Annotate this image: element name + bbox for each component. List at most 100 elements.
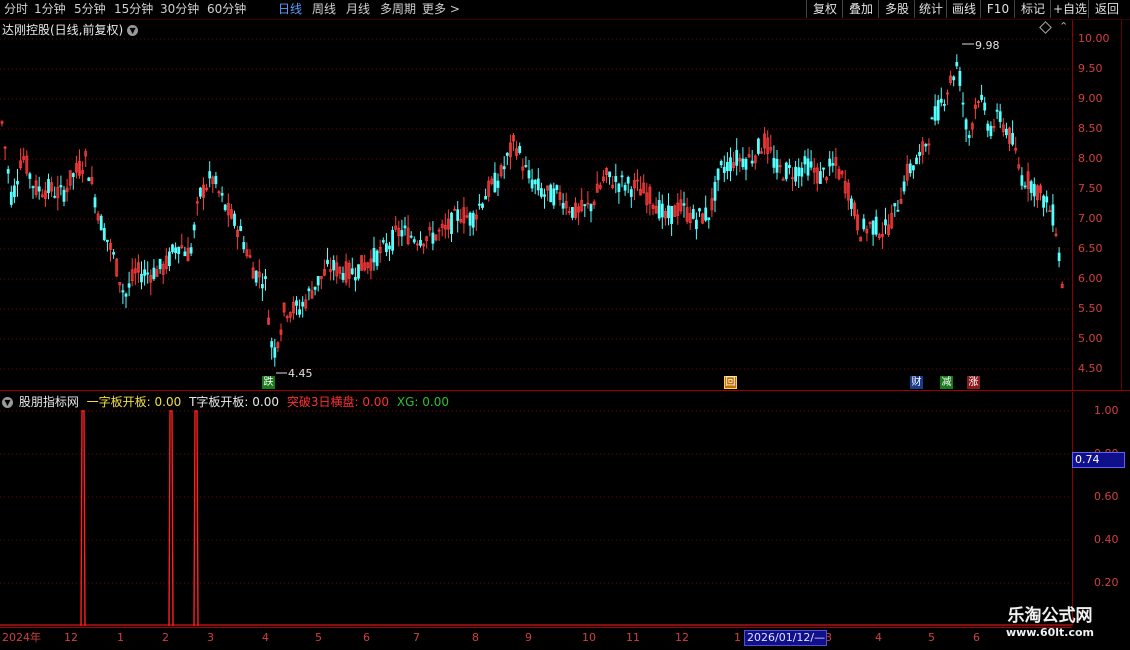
marker-reduce[interactable]: 减 — [940, 376, 953, 389]
candle-body — [158, 258, 162, 270]
indicator-legend[interactable]: ▼ 股朋指标网 一字板开板: 0.00 T字板开板: 0.00 突破3日横盘: … — [2, 393, 453, 410]
candle-body — [152, 267, 156, 280]
marker-rise[interactable]: 涨 — [967, 376, 980, 389]
candle-body — [1057, 252, 1061, 262]
candle-body — [629, 189, 633, 197]
candle-body — [502, 166, 506, 170]
candle-body — [924, 143, 928, 147]
candle-body — [788, 164, 791, 168]
candle-body — [403, 225, 407, 229]
indicator-value-yizi: 一字板开板: 0.00 — [86, 395, 182, 409]
candle-body — [16, 180, 19, 185]
marker-finance[interactable]: 财 — [910, 376, 923, 389]
candle-body — [533, 179, 537, 185]
candle-body — [372, 247, 376, 263]
candle-body — [806, 158, 810, 176]
candle-body — [177, 246, 181, 255]
indicator-tick: 0.60 — [1094, 490, 1119, 503]
candle-body — [400, 230, 404, 237]
candle-body — [617, 183, 621, 193]
candle-body — [270, 341, 274, 348]
candle-body — [1029, 181, 1033, 193]
time-label: 6 — [973, 631, 980, 644]
candle-body — [819, 171, 822, 184]
price-tick: 6.00 — [1078, 272, 1103, 285]
time-label: 2024年 — [2, 631, 41, 644]
side-panel-edge[interactable] — [1121, 20, 1130, 390]
candle-body — [961, 102, 965, 105]
candle-body — [146, 272, 150, 275]
marker-return[interactable]: 回 — [724, 376, 737, 389]
site-watermark: 乐淘公式网 www.60lt.com — [990, 606, 1110, 640]
candle-body — [505, 152, 509, 156]
candle-body — [719, 161, 723, 166]
marker-fall[interactable]: 跌 — [262, 376, 275, 389]
candle-body — [828, 158, 832, 167]
price-tick: 7.50 — [1078, 182, 1103, 195]
candle-body — [174, 247, 178, 254]
time-label: 3 — [207, 631, 214, 644]
candle-body — [704, 207, 708, 221]
kline-chart[interactable]: 9.98 4.45 — [0, 0, 1130, 650]
candle-body — [980, 94, 983, 100]
candle-body — [729, 157, 732, 172]
indicator-tick: 0.20 — [1094, 576, 1119, 589]
time-label: 12 — [64, 631, 78, 644]
candle-body — [468, 212, 472, 226]
candle-body — [493, 172, 497, 193]
candle-body — [242, 242, 246, 250]
candle-body — [583, 204, 587, 207]
candle-body — [102, 228, 106, 241]
candle-body — [223, 204, 227, 211]
pane-divider — [0, 390, 1130, 391]
price-tick: 10.00 — [1078, 32, 1110, 45]
cursor-date-box: 2026/01/12/— — [744, 630, 827, 646]
candle-body — [775, 158, 779, 173]
candle-body — [623, 184, 627, 191]
candle-body — [381, 240, 385, 243]
candle-body — [388, 245, 391, 250]
candle-body — [552, 188, 556, 206]
candle-body — [967, 135, 971, 138]
time-axis-line — [0, 627, 1072, 628]
candle-body — [1051, 204, 1055, 226]
candle-body — [670, 205, 673, 224]
candle-body — [332, 259, 336, 271]
time-label: 6 — [363, 631, 370, 644]
candle-body — [893, 203, 897, 207]
candle-body — [831, 163, 835, 166]
candle-body — [543, 194, 546, 197]
candle-body — [93, 197, 97, 208]
candle-body — [716, 168, 720, 181]
candle-body — [419, 239, 422, 246]
candle-body — [456, 209, 460, 221]
candle-body — [313, 286, 317, 290]
candle-body — [477, 203, 481, 206]
candle-body — [608, 171, 611, 178]
indicator-spike — [168, 410, 174, 627]
price-tick: 5.50 — [1078, 302, 1103, 315]
candle-body — [183, 251, 187, 257]
cursor-value-box: 0.74 — [1072, 452, 1125, 468]
candle-body — [254, 270, 258, 283]
candle-body — [620, 175, 624, 178]
candle-body — [757, 138, 760, 154]
candle-body — [127, 283, 131, 288]
candle-body — [350, 268, 354, 275]
time-label: 4 — [262, 631, 269, 644]
low-price-label: 4.45 — [288, 367, 313, 380]
candle-body — [62, 189, 66, 202]
candle-body — [264, 276, 267, 280]
candle-body — [47, 179, 50, 194]
candle-body — [1045, 196, 1049, 203]
chevron-down-icon[interactable]: ▼ — [2, 397, 13, 408]
candle-body — [939, 98, 943, 103]
candle-body — [735, 150, 739, 166]
candle-body — [301, 301, 305, 307]
candle-body — [530, 179, 534, 189]
candle-body — [989, 125, 993, 137]
candle-body — [353, 277, 357, 281]
candle-body — [952, 76, 956, 81]
candle-body — [12, 185, 16, 198]
candle-body — [1032, 183, 1036, 197]
